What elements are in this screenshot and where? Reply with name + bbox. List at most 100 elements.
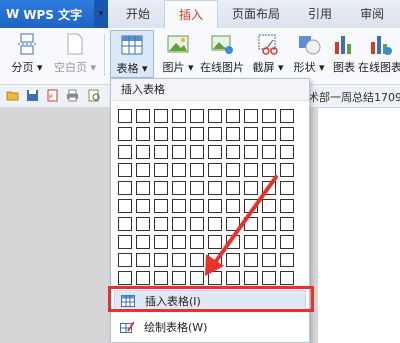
table-grid-cell[interactable] [226,235,240,249]
table-grid-cell[interactable] [208,217,222,231]
table-grid-cell[interactable] [154,127,168,141]
table-grid-cell[interactable] [190,181,204,195]
table-grid-cell[interactable] [154,163,168,177]
table-grid-cell[interactable] [136,109,150,123]
table-grid-cell[interactable] [172,271,186,285]
table-grid-cell[interactable] [208,199,222,213]
page-break-button[interactable]: 分页 ▾ [8,30,46,78]
export-pdf-icon[interactable]: P [46,89,59,102]
table-grid-cell[interactable] [172,235,186,249]
table-grid-cell[interactable] [280,217,294,231]
tab-charu[interactable]: 插入 [164,0,219,29]
table-grid-cell[interactable] [226,199,240,213]
table-grid-cell[interactable] [244,163,258,177]
table-grid-cell[interactable] [118,181,132,195]
table-grid-cell[interactable] [244,145,258,159]
tab-yemian-buju[interactable]: 页面布局 [218,0,294,28]
table-grid-cell[interactable] [172,253,186,267]
table-grid-cell[interactable] [244,271,258,285]
table-grid-cell[interactable] [136,271,150,285]
table-grid-cell[interactable] [136,163,150,177]
table-grid-cell[interactable] [190,199,204,213]
online-chart-button[interactable]: 在线图表 [358,30,400,78]
table-grid-cell[interactable] [262,217,276,231]
table-grid-cell[interactable] [244,199,258,213]
picture-button[interactable]: 图片 ▾ [158,30,198,78]
table-grid-cell[interactable] [190,271,204,285]
online-picture-button[interactable]: 在线图片 [198,30,246,78]
table-grid-cell[interactable] [226,145,240,159]
table-grid-cell[interactable] [280,145,294,159]
blank-page-button[interactable]: 空白页 ▾ [52,30,98,78]
app-menu-caret-icon[interactable]: ▾ [94,0,108,28]
tab-shenyue[interactable]: 审阅 [346,0,398,28]
table-grid-cell[interactable] [172,127,186,141]
tab-kaishi[interactable]: 开始 [112,0,164,28]
table-grid-cell[interactable] [244,235,258,249]
table-grid-cell[interactable] [118,163,132,177]
table-grid-cell[interactable] [244,253,258,267]
table-grid-cell[interactable] [172,163,186,177]
table-grid-cell[interactable] [226,109,240,123]
table-grid-cell[interactable] [208,181,222,195]
table-grid-cell[interactable] [172,199,186,213]
document-tab-title[interactable]: 术部一周总结1709 [308,89,400,105]
table-grid-cell[interactable] [208,253,222,267]
table-grid-cell[interactable] [154,271,168,285]
print-preview-icon[interactable] [88,89,101,102]
table-grid-cell[interactable] [262,109,276,123]
table-grid-cell[interactable] [226,181,240,195]
print-icon[interactable] [66,89,79,102]
table-grid-cell[interactable] [208,163,222,177]
table-grid-cell[interactable] [136,127,150,141]
table-grid-cell[interactable] [118,199,132,213]
table-grid-cell[interactable] [190,253,204,267]
table-grid-cell[interactable] [190,235,204,249]
table-grid-cell[interactable] [244,217,258,231]
table-grid-cell[interactable] [190,163,204,177]
table-grid-cell[interactable] [262,199,276,213]
tab-yinyong[interactable]: 引用 [294,0,346,28]
draw-table-menu-item[interactable]: 绘制表格(W) [114,316,306,338]
table-grid-cell[interactable] [262,235,276,249]
table-grid-cell[interactable] [154,235,168,249]
table-grid-cell[interactable] [136,235,150,249]
table-grid-cell[interactable] [208,127,222,141]
table-grid-cell[interactable] [208,235,222,249]
screenshot-button[interactable]: 截屏 ▾ [248,30,288,78]
table-grid-cell[interactable] [280,181,294,195]
table-grid-cell[interactable] [172,181,186,195]
table-grid-cell[interactable] [226,127,240,141]
table-grid-cell[interactable] [118,271,132,285]
table-grid-cell[interactable] [118,127,132,141]
table-grid-cell[interactable] [226,217,240,231]
table-grid-cell[interactable] [172,109,186,123]
table-grid-cell[interactable] [208,271,222,285]
table-grid-cell[interactable] [118,109,132,123]
table-grid-cell[interactable] [262,127,276,141]
document-page[interactable] [318,108,400,343]
table-grid-cell[interactable] [154,253,168,267]
table-grid-cell[interactable] [136,145,150,159]
table-grid-cell[interactable] [136,199,150,213]
table-grid-cell[interactable] [136,253,150,267]
table-grid-cell[interactable] [262,253,276,267]
table-grid-cell[interactable] [262,271,276,285]
table-grid-cell[interactable] [262,163,276,177]
table-grid-cell[interactable] [262,181,276,195]
table-grid-cell[interactable] [118,145,132,159]
table-grid-cell[interactable] [262,145,276,159]
table-grid-cell[interactable] [190,145,204,159]
table-grid-cell[interactable] [154,217,168,231]
table-grid-cell[interactable] [172,217,186,231]
table-grid-cell[interactable] [136,181,150,195]
table-grid-cell[interactable] [226,271,240,285]
table-grid-cell[interactable] [136,217,150,231]
table-grid-cell[interactable] [190,217,204,231]
table-grid-cell[interactable] [154,199,168,213]
table-grid-cell[interactable] [280,127,294,141]
table-grid-cell[interactable] [280,109,294,123]
app-menu-button[interactable]: W WPS 文字 [0,0,108,28]
save-icon[interactable] [26,89,39,102]
chart-button[interactable]: 图表 [330,30,358,78]
